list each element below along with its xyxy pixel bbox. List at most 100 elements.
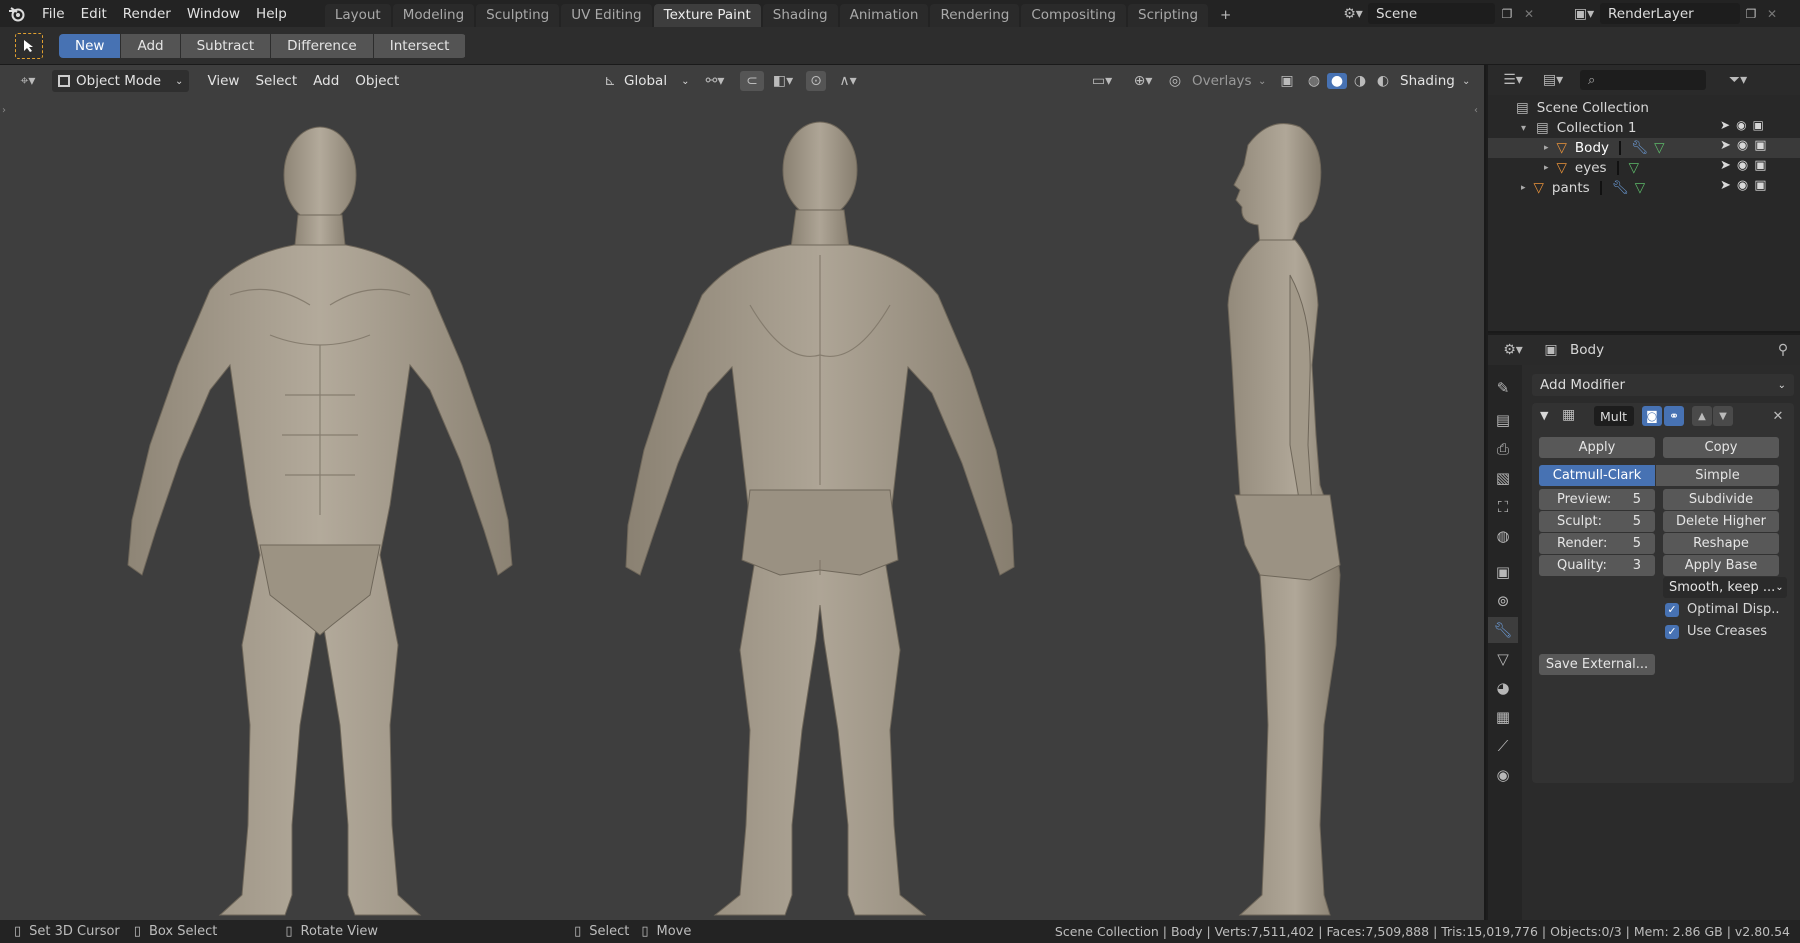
outliner-search-input[interactable]: ⌕ [1580, 70, 1706, 90]
scene-name-field[interactable]: Scene [1368, 3, 1495, 24]
selectable-icon[interactable]: ➤ [1720, 138, 1731, 153]
tab-animation[interactable]: Animation [839, 4, 929, 27]
editor-type-icon[interactable]: ⌖▾ [10, 73, 46, 89]
editor-type-icon[interactable]: ⚙▾ [1496, 342, 1530, 358]
optimal-display-checkbox[interactable]: ✓ Optimal Disp.. [1665, 602, 1779, 617]
mode-difference-button[interactable]: Difference [271, 34, 373, 58]
quality-field[interactable]: Quality: 3 [1539, 555, 1655, 576]
disclosure-closed-icon[interactable]: ▸ [1544, 143, 1549, 153]
particles-tab-icon[interactable]: ⟋ [1488, 733, 1518, 759]
sculpt-levels-field[interactable]: Sculpt: 5 [1539, 511, 1655, 532]
tab-shading[interactable]: Shading [762, 4, 838, 27]
remove-modifier-icon[interactable]: ✕ [1768, 406, 1788, 426]
display-mode-icon[interactable]: ▤▾ [1536, 72, 1570, 88]
use-creases-checkbox[interactable]: ✓ Use Creases [1665, 624, 1767, 639]
reshape-button[interactable]: Reshape [1663, 533, 1779, 554]
mode-dropdown[interactable]: Object Mode ⌄ [52, 70, 190, 92]
tab-scripting[interactable]: Scripting [1128, 4, 1209, 27]
delete-view-layer-icon[interactable]: ✕ [1762, 7, 1782, 21]
mode-new-button[interactable]: New [59, 34, 121, 58]
menu-view[interactable]: View [199, 73, 247, 89]
tab-compositing[interactable]: Compositing [1021, 4, 1126, 27]
wireframe-shading-icon[interactable]: ◍ [1304, 73, 1324, 89]
visibility-eye-icon[interactable]: ◉ [1737, 178, 1748, 193]
view-layer-field[interactable]: RenderLayer [1600, 3, 1740, 24]
proportional-edit-icon[interactable]: ⊙ [806, 71, 826, 91]
view-object-types-icon[interactable]: ▭▾ [1085, 73, 1119, 89]
pin-icon[interactable]: ⚲ [1774, 342, 1792, 358]
scene-icon[interactable]: ⚙▾ [1338, 6, 1368, 22]
show-in-viewport-icon[interactable]: ⚭ [1664, 406, 1684, 426]
rendered-shading-icon[interactable]: ◐ [1373, 73, 1393, 89]
body-side-view[interactable] [1140, 105, 1440, 920]
body-front-view[interactable] [70, 105, 570, 920]
new-scene-icon[interactable]: ❐ [1495, 7, 1519, 21]
solid-shading-icon[interactable]: ● [1327, 73, 1347, 89]
xray-icon[interactable]: ▣ [1276, 73, 1298, 89]
uv-smooth-dropdown[interactable]: Smooth, keep ... ⌄ [1663, 577, 1787, 598]
tab-rendering[interactable]: Rendering [930, 4, 1020, 27]
outliner-scene-collection[interactable]: ▤ Scene Collection [1488, 98, 1800, 118]
scene-tab-icon[interactable]: ⛶ [1488, 494, 1518, 520]
visibility-eye-icon[interactable]: ◉ [1737, 138, 1748, 153]
render-tab-icon[interactable]: ▤ [1488, 407, 1518, 433]
texture-tab-icon[interactable]: ▦ [1488, 704, 1518, 730]
modifier-tab-icon[interactable]: 🔧︎ [1488, 617, 1518, 643]
render-camera-icon[interactable]: ▣ [1754, 158, 1766, 173]
falloff-icon[interactable]: ∧▾ [832, 73, 864, 89]
3d-viewport[interactable]: ⌖▾ Object Mode ⌄ View Select Add Object … [0, 65, 1486, 920]
tab-texture-paint[interactable]: Texture Paint [653, 4, 761, 27]
output-tab-icon[interactable]: ⎙ [1488, 436, 1518, 462]
visibility-eye-icon[interactable]: ◉ [1737, 158, 1748, 173]
disclosure-closed-icon[interactable]: ▸ [1521, 183, 1526, 193]
menu-file[interactable]: File [34, 6, 73, 22]
shading-dropdown[interactable]: Shading [1400, 73, 1455, 89]
mesh-data-icon[interactable]: ▽ [1635, 180, 1645, 196]
collapse-modifier-icon[interactable]: ▼ [1540, 409, 1548, 422]
physics-tab-icon[interactable]: ◉ [1488, 762, 1518, 788]
snap-target-icon[interactable]: ◧▾ [766, 73, 800, 89]
mesh-data-icon[interactable]: ▽ [1654, 140, 1664, 156]
mode-add-button[interactable]: Add [121, 34, 180, 58]
preview-levels-field[interactable]: Preview: 5 [1539, 489, 1655, 510]
view-layer-tab-icon[interactable]: ▧ [1488, 465, 1518, 491]
menu-render[interactable]: Render [115, 6, 179, 22]
tab-sculpting[interactable]: Sculpting [476, 4, 560, 27]
object-tab-icon[interactable]: ▣ [1488, 559, 1518, 585]
tab-layout[interactable]: Layout [324, 4, 391, 27]
selectable-icon[interactable]: ➤ [1720, 178, 1731, 193]
pivot-point-icon[interactable]: ⚯▾ [698, 73, 732, 89]
add-workspace-button[interactable]: + [1210, 4, 1241, 27]
new-view-layer-icon[interactable]: ❐ [1740, 7, 1762, 21]
selectable-icon[interactable]: ➤ [1720, 158, 1731, 173]
overlays-dropdown[interactable]: Overlays [1192, 73, 1252, 89]
save-external-button[interactable]: Save External... [1539, 654, 1655, 675]
transform-orientation-dropdown[interactable]: ⊾ Global ⌄ [600, 73, 689, 89]
selectable-icon[interactable]: ➤ [1720, 118, 1730, 132]
add-modifier-dropdown[interactable]: Add Modifier ⌄ [1532, 374, 1794, 396]
menu-add[interactable]: Add [305, 73, 347, 89]
mode-subtract-button[interactable]: Subtract [180, 34, 271, 58]
menu-select[interactable]: Select [247, 73, 305, 89]
disclosure-closed-icon[interactable]: ▸ [1544, 163, 1549, 173]
render-camera-icon[interactable]: ▣ [1754, 178, 1766, 193]
menu-help[interactable]: Help [248, 6, 295, 22]
delete-scene-icon[interactable]: ✕ [1519, 7, 1539, 21]
modifier-wrench-icon[interactable]: 🔧︎ [1631, 140, 1648, 156]
delete-higher-button[interactable]: Delete Higher [1663, 511, 1779, 532]
mode-intersect-button[interactable]: Intersect [373, 34, 466, 58]
body-back-view[interactable] [570, 105, 1070, 920]
modifier-name-field[interactable]: Mult [1594, 406, 1634, 426]
visibility-eye-icon[interactable]: ◉ [1736, 118, 1746, 132]
snap-icon[interactable]: ⊂ [740, 71, 764, 91]
show-in-render-icon[interactable]: ◙ [1642, 406, 1662, 426]
catmull-clark-toggle[interactable]: Catmull-Clark [1539, 465, 1655, 486]
gizmo-icon[interactable]: ⊕▾ [1126, 73, 1160, 89]
constraints-tab-icon[interactable]: ⊚ [1488, 588, 1518, 614]
modifier-wrench-icon[interactable]: 🔧︎ [1612, 180, 1629, 196]
tool-tab-icon[interactable]: ✎ [1488, 375, 1518, 401]
material-tab-icon[interactable]: ◕ [1488, 675, 1518, 701]
blender-logo-icon[interactable] [0, 6, 34, 22]
simple-toggle[interactable]: Simple [1656, 465, 1779, 486]
overlays-icon[interactable]: ◎ [1164, 73, 1186, 89]
